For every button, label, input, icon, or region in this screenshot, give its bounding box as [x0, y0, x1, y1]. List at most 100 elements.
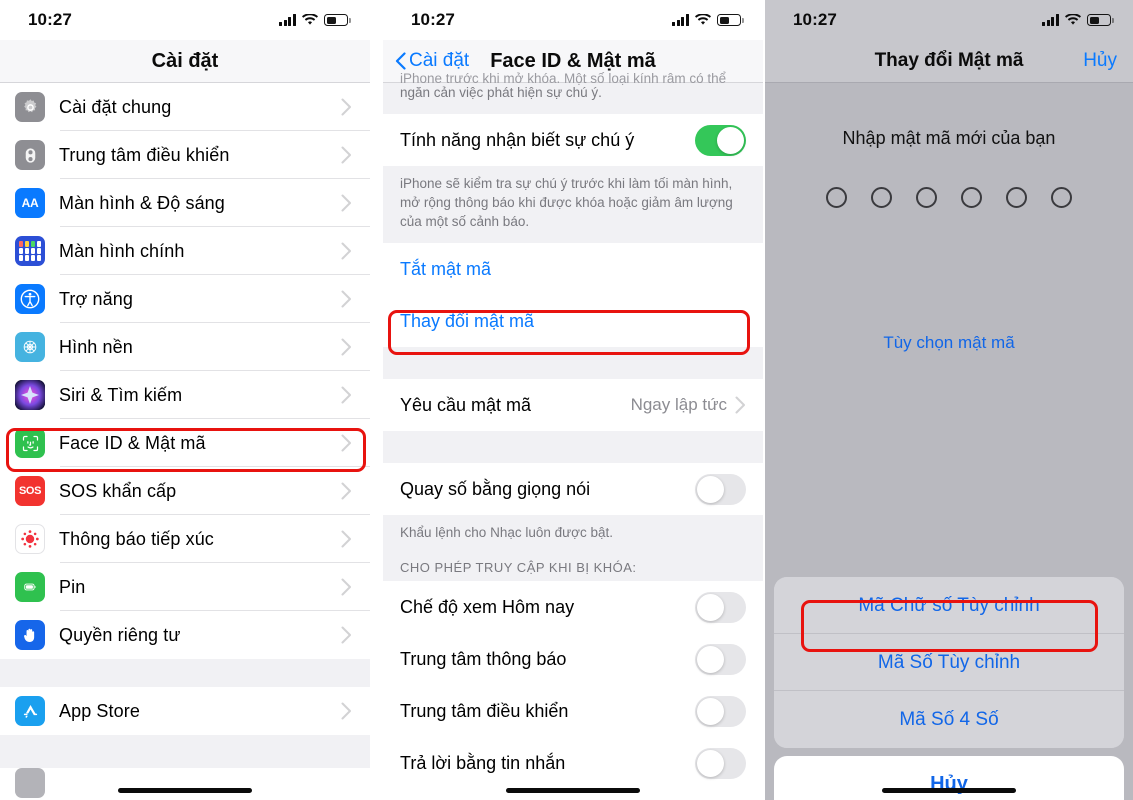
sidebar-item-emergency-sos[interactable]: SOS SOS khẩn cấp — [0, 467, 370, 515]
change-passcode-row[interactable]: Thay đổi mật mã — [383, 295, 763, 347]
attention-aware-toggle[interactable] — [695, 124, 746, 156]
notification-center-toggle[interactable] — [695, 643, 746, 675]
sidebar-item-control-center[interactable]: Trung tâm điều khiển — [0, 131, 370, 179]
chevron-left-icon — [395, 52, 406, 70]
battery-icon — [1087, 14, 1114, 26]
section-separator — [383, 347, 763, 379]
chevron-right-icon — [341, 290, 352, 308]
passcode-prompt: Nhập mật mã mới của bạn — [842, 128, 1056, 148]
sidebar-item-label: Pin — [59, 576, 86, 597]
option-custom-numeric-code[interactable]: Mã Số Tùy chỉnh — [774, 634, 1124, 691]
action-sheet-cancel-button[interactable]: Hủy — [774, 756, 1124, 800]
require-passcode-label: Yêu cầu mật mã — [400, 394, 532, 415]
passcode-dots — [765, 187, 1133, 208]
sidebar-item-battery[interactable]: Pin — [0, 563, 370, 611]
page-title: Thay đổi Mật mã — [874, 50, 1024, 71]
sidebar-item-label: App Store — [59, 700, 140, 721]
back-button-label: Cài đặt — [409, 50, 470, 71]
control-center-toggle[interactable] — [695, 695, 746, 727]
sidebar-item-label: Màn hình chính — [59, 240, 185, 261]
passcode-entry-area: Nhập mật mã mới của bạn Tùy chọn mật mã … — [765, 83, 1133, 800]
sidebar-item-exposure-notifications[interactable]: Thông báo tiếp xúc — [0, 515, 370, 563]
sidebar-item-display-brightness[interactable]: AA Màn hình & Độ sáng — [0, 179, 370, 227]
sidebar-item-label: Trung tâm điều khiển — [59, 144, 230, 165]
page-title: Cài đặt — [151, 49, 219, 72]
option-label: Mã Số 4 Số — [899, 708, 999, 730]
option-four-digit-code[interactable]: Mã Số 4 Số — [774, 691, 1124, 748]
sidebar-item-wallpaper[interactable]: Hình nền — [0, 323, 370, 371]
wallpaper-icon — [15, 332, 45, 362]
today-view-toggle[interactable] — [695, 591, 746, 623]
list-item[interactable] — [0, 768, 370, 798]
panel3-nav-bar: Thay đổi Mật mã Hủy — [765, 40, 1133, 82]
reply-with-message-toggle[interactable] — [695, 747, 746, 779]
page-title: Face ID & Mật mã — [490, 49, 656, 72]
chevron-right-icon — [341, 386, 352, 404]
battery-settings-icon — [15, 572, 45, 602]
sidebar-item-app-store[interactable]: App Store — [0, 687, 370, 735]
turn-off-passcode-label: Tắt mật mã — [400, 258, 492, 279]
sidebar-item-face-id-passcode[interactable]: Face ID & Mật mã — [0, 419, 370, 467]
sidebar-item-home-screen[interactable]: Màn hình chính — [0, 227, 370, 275]
option-label: Mã Chữ số Tùy chỉnh — [858, 594, 1040, 616]
gear-icon — [15, 92, 45, 122]
back-button[interactable]: Cài đặt — [395, 50, 469, 72]
settings-list: Cài đặt chung Trung tâm điều khiển AA Mà… — [0, 83, 370, 800]
sidebar-item-label: Cài đặt chung — [59, 96, 172, 117]
notification-center-row[interactable]: Trung tâm thông báo — [383, 633, 763, 685]
panel-change-passcode: 10:27 Thay đổi Mật mã Hủy Nhập mật mã mớ… — [765, 0, 1133, 800]
home-indicator — [118, 788, 252, 793]
passcode-dot — [961, 187, 982, 208]
cellular-bars-icon — [1042, 14, 1059, 26]
chevron-right-icon — [735, 396, 746, 414]
sidebar-item-siri-search[interactable]: Siri & Tìm kiếm — [0, 371, 370, 419]
status-bar-time: 10:27 — [411, 10, 455, 29]
chevron-right-icon — [341, 338, 352, 356]
sidebar-item-label: Quyền riêng tư — [59, 624, 181, 645]
face-id-settings-body: iPhone trước khi mở khóa. Một số loại kí… — [383, 71, 763, 800]
voice-dial-row[interactable]: Quay số bằng giọng nói — [383, 463, 763, 515]
notification-center-label: Trung tâm thông báo — [400, 648, 567, 669]
chevron-right-icon — [341, 434, 352, 452]
status-bar-panel3: 10:27 — [765, 0, 1133, 40]
sidebar-item-label: Màn hình & Độ sáng — [59, 192, 225, 213]
require-passcode-row[interactable]: Yêu cầu mật mã Ngay lập tức — [383, 379, 763, 431]
passcode-options-link[interactable]: Tùy chọn mật mã — [765, 333, 1133, 353]
sidebar-item-privacy[interactable]: Quyền riêng tư — [0, 611, 370, 659]
sidebar-item-general[interactable]: Cài đặt chung — [0, 83, 370, 131]
today-view-label: Chế độ xem Hôm nay — [400, 596, 575, 617]
chevron-right-icon — [341, 194, 352, 212]
turn-off-passcode-row[interactable]: Tắt mật mã — [383, 243, 763, 295]
battery-icon — [717, 14, 744, 26]
home-indicator — [882, 788, 1016, 793]
reply-with-message-row[interactable]: Trả lời bằng tin nhắn — [383, 737, 763, 789]
sidebar-item-label: SOS khẩn cấp — [59, 480, 177, 501]
sidebar-item-label: Thông báo tiếp xúc — [59, 528, 214, 549]
today-view-row[interactable]: Chế độ xem Hôm nay — [383, 581, 763, 633]
footnote-voice-dial: Khẩu lệnh cho Nhạc luôn được bật. — [383, 515, 763, 546]
sidebar-item-accessibility[interactable]: Trợ năng — [0, 275, 370, 323]
control-center-row[interactable]: Trung tâm điều khiển — [383, 685, 763, 737]
attention-aware-row[interactable]: Tính năng nhận biết sự chú ý — [383, 114, 763, 166]
siri-icon — [15, 380, 45, 410]
option-custom-alphanumeric-code[interactable]: Mã Chữ số Tùy chỉnh — [774, 577, 1124, 634]
status-bar-time: 10:27 — [793, 10, 837, 29]
cellular-bars-icon — [672, 14, 689, 26]
chevron-right-icon — [341, 578, 352, 596]
wifi-icon — [1065, 14, 1081, 26]
action-sheet-options: Mã Chữ số Tùy chỉnh Mã Số Tùy chỉnh Mã S… — [774, 577, 1124, 748]
cancel-button[interactable]: Hủy — [1083, 50, 1117, 72]
option-label: Mã Số Tùy chỉnh — [877, 651, 1021, 673]
control-center-icon — [15, 140, 45, 170]
face-id-icon — [15, 428, 45, 458]
voice-dial-toggle[interactable] — [695, 473, 746, 505]
control-center-label: Trung tâm điều khiển — [400, 700, 569, 721]
chevron-right-icon — [341, 98, 352, 116]
panel1-nav-bar: Cài đặt — [0, 40, 370, 82]
chevron-right-icon — [341, 146, 352, 164]
chevron-right-icon — [341, 482, 352, 500]
cellular-bars-icon — [279, 14, 296, 26]
status-bar-time: 10:27 — [28, 10, 72, 29]
sidebar-item-label: Trợ năng — [59, 288, 133, 309]
exposure-notification-icon — [15, 524, 45, 554]
